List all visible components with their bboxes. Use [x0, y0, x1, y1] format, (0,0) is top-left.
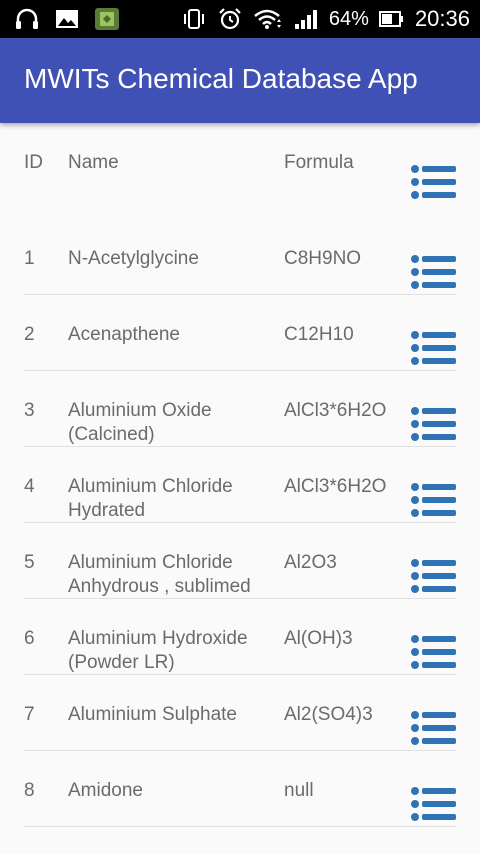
- row-name: Aluminium Oxide (Calcined): [68, 400, 212, 445]
- headset-icon: [16, 8, 38, 29]
- row-name: Aluminium Sulphate: [68, 704, 237, 725]
- app-bar: MWITs Chemical Database App: [0, 38, 480, 123]
- table-row[interactable]: 2 Acenapthene C12H10: [24, 295, 456, 371]
- row-name: Amidone: [68, 780, 143, 801]
- row-id: 5: [24, 552, 35, 573]
- row-formula: AlCl3*6H2O: [284, 476, 387, 497]
- list-icon[interactable]: [410, 163, 458, 203]
- app-notification-icon: [95, 8, 119, 30]
- list-icon[interactable]: [410, 405, 458, 445]
- table-row[interactable]: 6 Aluminium Hydroxide (Powder LR) Al(OH)…: [24, 599, 456, 675]
- row-formula: C8H9NO: [284, 248, 362, 269]
- image-icon: [56, 10, 78, 28]
- row-formula: null: [284, 780, 314, 801]
- app-title: MWITs Chemical Database App: [24, 63, 418, 94]
- list-icon[interactable]: [410, 329, 458, 369]
- table-row[interactable]: 7 Aluminium Sulphate Al2(SO4)3: [24, 675, 456, 751]
- table-row[interactable]: 8 Amidone null: [24, 751, 456, 827]
- list-icon[interactable]: [410, 481, 458, 521]
- wifi-icon: [254, 9, 281, 29]
- row-id: 3: [24, 400, 35, 421]
- clock: 20:36: [414, 6, 470, 31]
- list-icon[interactable]: [410, 785, 458, 825]
- chemical-table: ID Name Formula 1 N-Acetylglycine C8H9NO…: [24, 123, 456, 827]
- vibrate-icon: [183, 9, 204, 29]
- signal-icon: [294, 10, 317, 29]
- header-formula: Formula: [284, 152, 354, 173]
- row-name: Acenapthene: [68, 324, 180, 345]
- list-icon[interactable]: [410, 633, 458, 673]
- row-formula: AlCl3*6H2O: [284, 400, 387, 421]
- row-id: 6: [24, 628, 35, 649]
- battery-icon: [378, 11, 403, 27]
- row-formula: Al2O3: [284, 552, 337, 573]
- header-name: Name: [68, 152, 119, 173]
- table-header: ID Name Formula: [24, 123, 456, 219]
- row-name: Aluminium Chloride Anhydrous , sublimed: [68, 552, 251, 597]
- list-icon[interactable]: [410, 709, 458, 749]
- row-name: N-Acetylglycine: [68, 248, 199, 269]
- row-formula: Al(OH)3: [284, 628, 353, 649]
- header-id: ID: [24, 152, 43, 173]
- table-row[interactable]: 5 Aluminium Chloride Anhydrous , sublime…: [24, 523, 456, 599]
- row-name: Aluminium Hydroxide (Powder LR): [68, 628, 248, 673]
- row-id: 1: [24, 248, 35, 269]
- battery-percent: 64%: [328, 7, 369, 30]
- list-icon[interactable]: [410, 253, 458, 293]
- row-id: 7: [24, 704, 35, 725]
- row-id: 8: [24, 780, 35, 801]
- row-id: 4: [24, 476, 35, 497]
- alarm-icon: [219, 8, 241, 30]
- row-id: 2: [24, 324, 35, 345]
- list-icon[interactable]: [410, 557, 458, 597]
- row-name: Aluminium Chloride Hydrated: [68, 476, 233, 521]
- table-row[interactable]: 1 N-Acetylglycine C8H9NO: [24, 219, 456, 295]
- table-row[interactable]: 4 Aluminium Chloride Hydrated AlCl3*6H2O: [24, 447, 456, 523]
- table-row[interactable]: 3 Aluminium Oxide (Calcined) AlCl3*6H2O: [24, 371, 456, 447]
- status-bar: 64% 20:36: [0, 0, 480, 38]
- row-formula: Al2(SO4)3: [284, 704, 373, 725]
- row-formula: C12H10: [284, 324, 354, 345]
